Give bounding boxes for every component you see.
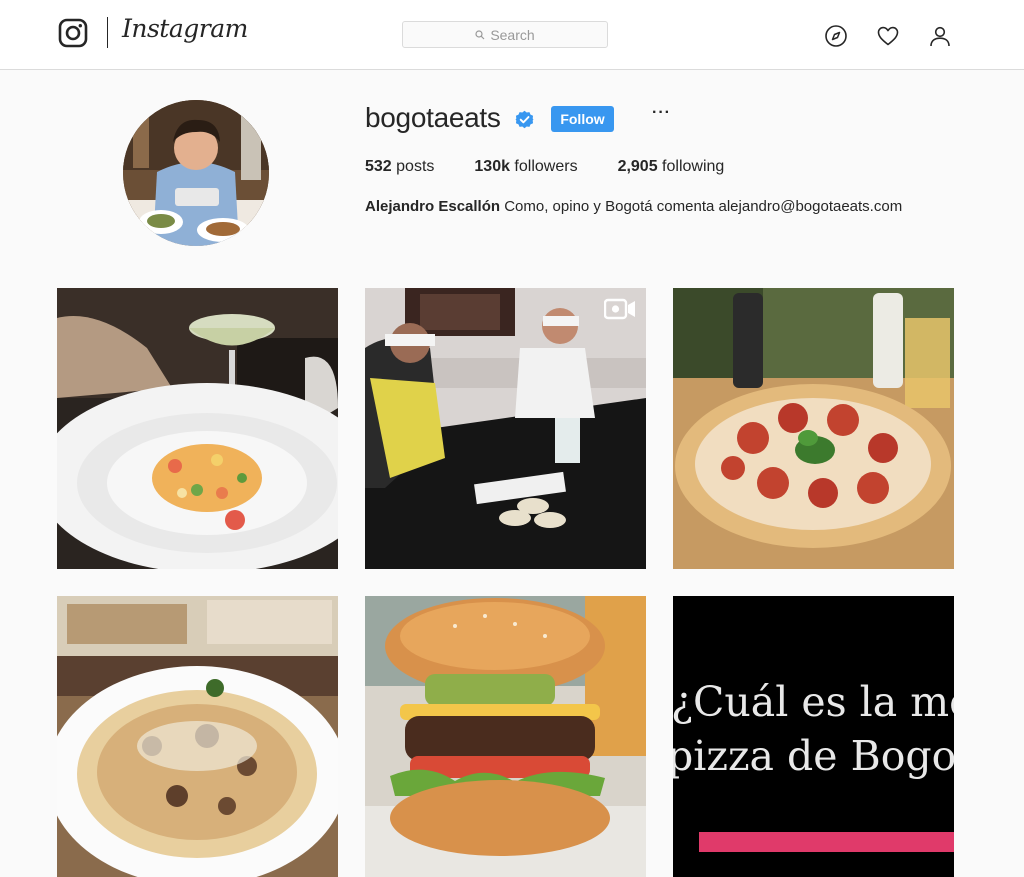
verified-badge-icon xyxy=(515,110,534,129)
compass-icon[interactable] xyxy=(824,24,848,48)
text-card-line-2: pizza de Bogotá xyxy=(673,732,954,780)
posts-label: posts xyxy=(391,158,435,175)
top-nav: Instagram Search xyxy=(0,0,1024,70)
following-label: following xyxy=(657,158,725,175)
post-image xyxy=(365,596,646,877)
post-image xyxy=(57,288,338,569)
following-stat[interactable]: 2,905 following xyxy=(618,158,725,176)
posts-stat: 532 posts xyxy=(365,158,434,176)
followers-stat[interactable]: 130k followers xyxy=(474,158,577,176)
profile-avatar[interactable] xyxy=(123,100,269,246)
text-card-line-1: ¿Cuál es la mejo xyxy=(673,678,954,726)
instagram-glyph-icon[interactable] xyxy=(58,18,88,48)
post-tile-text-card[interactable]: ¿Cuál es la mejo pizza de Bogotá xyxy=(673,596,954,877)
profile-username: bogotaeats xyxy=(365,102,501,133)
post-image xyxy=(365,288,646,569)
post-tile-pizza[interactable] xyxy=(673,288,954,569)
followers-label: followers xyxy=(509,158,578,175)
bio-full-name: Alejandro Escallón xyxy=(365,198,501,215)
profile-stats: 532 posts 130k followers 2,905 following xyxy=(365,158,764,176)
post-tile-ceviche[interactable] xyxy=(57,288,338,569)
bio-text: Como, opino y Bogotá comenta alejandro@b… xyxy=(500,198,903,215)
post-image xyxy=(673,288,954,569)
post-image xyxy=(57,596,338,877)
post-tile-burger[interactable] xyxy=(365,596,646,877)
followers-count: 130k xyxy=(474,158,510,175)
search-input[interactable]: Search xyxy=(402,21,608,48)
heart-icon[interactable] xyxy=(876,24,900,48)
follow-button[interactable]: Follow xyxy=(551,106,614,132)
following-count: 2,905 xyxy=(617,158,658,175)
user-icon[interactable] xyxy=(928,24,952,48)
search-placeholder: Search xyxy=(490,26,535,43)
text-card-pink-bar xyxy=(699,832,954,852)
profile-bio: Alejandro Escallón Como, opino y Bogotá … xyxy=(365,198,902,215)
post-tile-pasta[interactable] xyxy=(57,596,338,877)
post-tile-wine-tasting[interactable] xyxy=(365,288,646,569)
video-icon xyxy=(604,298,636,320)
instagram-wordmark[interactable]: Instagram xyxy=(122,14,248,43)
nav-divider xyxy=(107,17,108,48)
more-options-button[interactable]: ··· xyxy=(652,104,671,122)
posts-count: 532 xyxy=(365,158,392,175)
search-icon xyxy=(475,29,485,39)
